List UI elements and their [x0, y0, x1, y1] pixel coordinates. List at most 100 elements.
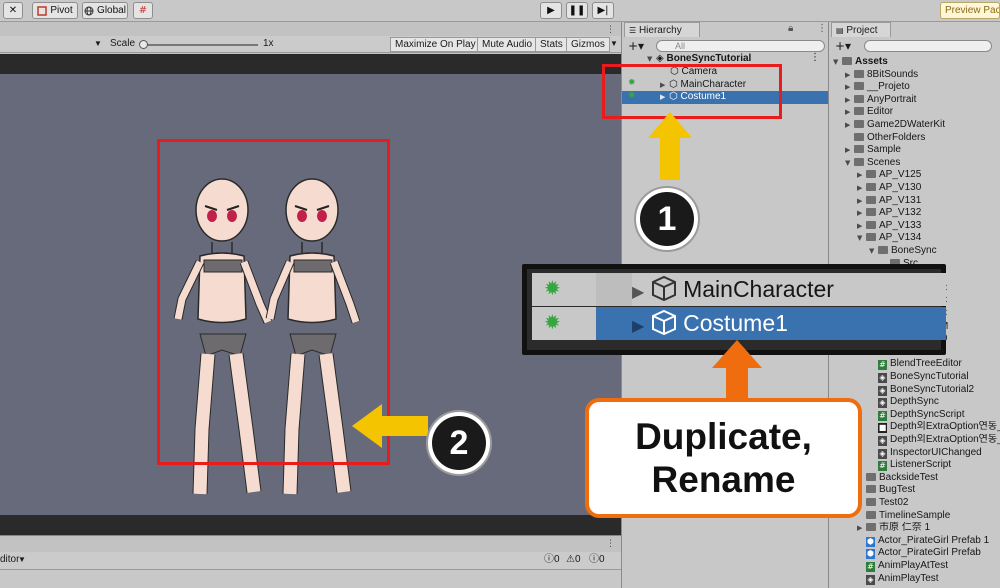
scene-icon: ◈ [878, 448, 887, 459]
play-button[interactable]: ▶ [540, 2, 562, 19]
hierarchy-search-input[interactable]: All [656, 40, 825, 52]
folder-icon [866, 220, 876, 229]
collapsed-arrow-icon[interactable]: ▶ [845, 144, 854, 157]
project-item-label: BoneSyncTutorial [890, 371, 969, 382]
project-item[interactable]: ▼ Scenes [829, 157, 1000, 170]
tools-button[interactable]: ✕ [3, 2, 23, 19]
project-item[interactable]: ▶ 8BitSounds [829, 69, 1000, 82]
collapsed-arrow-icon[interactable]: ▶ [857, 195, 866, 208]
panel-menu-icon[interactable]: ⋮ [606, 24, 615, 35]
collapsed-arrow-icon[interactable]: ▶ [845, 119, 854, 132]
scene-visibility-icon: ✹ [544, 312, 561, 334]
error-count[interactable]: ⓘ0 [589, 552, 605, 568]
project-item-label: AP_V130 [879, 182, 922, 193]
project-item[interactable]: ⬢ Actor_PirateGirl Prefab [829, 547, 1000, 560]
project-item[interactable]: ▶ 市原 仁奈 1 [829, 522, 1000, 535]
collapsed-arrow-icon[interactable]: ▶ [857, 220, 866, 233]
callout-line-1: Duplicate, [635, 416, 812, 457]
project-item[interactable]: ▶ AnyPortrait [829, 94, 1000, 107]
project-item[interactable]: # AnimPlayAtTest [829, 560, 1000, 573]
step-badge-1: 1 [634, 186, 700, 252]
hierarchy-menu-icon[interactable]: ⋮ [817, 24, 827, 34]
expand-arrow-icon[interactable]: ▼ [845, 157, 854, 170]
collapsed-arrow-icon[interactable]: ▶ [845, 81, 854, 94]
scale-slider-track[interactable] [143, 44, 258, 46]
collapsed-arrow-icon[interactable]: ▶ [857, 522, 866, 535]
project-item[interactable]: ▶ __Projeto [829, 81, 1000, 94]
project-item-label: AP_V133 [879, 219, 922, 231]
pause-button[interactable]: ❚❚ [566, 2, 588, 19]
folder-icon [854, 157, 864, 166]
project-item[interactable]: ▶ Sample [829, 144, 1000, 157]
project-item[interactable]: ▶ AP_V125 [829, 169, 1000, 182]
display-dropdown-icon[interactable]: ▼ [94, 36, 102, 52]
scene-icon: ◈ [866, 574, 875, 585]
project-root-assets[interactable]: ▼ Assets [829, 56, 1000, 69]
left-arrow-yellow [352, 404, 428, 448]
project-item-label: BacksideTest [879, 471, 938, 483]
project-item[interactable]: ▶ Editor [829, 106, 1000, 119]
project-item[interactable]: ⬢ Actor_PirateGirl Prefab 1 [829, 535, 1000, 548]
project-item[interactable]: ▶ AP_V133 [829, 220, 1000, 233]
collapsed-arrow-icon[interactable]: ▶ [845, 106, 854, 119]
tab-hierarchy[interactable]: ☰ Hierarchy [624, 22, 700, 37]
collapsed-arrow-icon[interactable]: ▶ [857, 182, 866, 195]
project-item[interactable]: ▶ AP_V130 [829, 182, 1000, 195]
global-toggle[interactable]: Global [82, 2, 128, 19]
console-mode-dropdown-icon[interactable]: ▼ [18, 552, 26, 568]
project-item-label: AnimPlayTest [878, 572, 939, 584]
gizmos-dropdown-icon[interactable]: ▼ [610, 36, 618, 52]
expand-arrow-icon[interactable]: ▼ [857, 232, 866, 245]
project-item[interactable]: ▼ AP_V134 [829, 232, 1000, 245]
project-search-input[interactable] [864, 40, 992, 52]
maximize-on-play-toggle[interactable]: Maximize On Play [390, 37, 481, 52]
project-item[interactable]: # BlendTreeEditor [829, 358, 1000, 371]
project-item-label: Sample [867, 144, 901, 156]
project-item[interactable]: ▶ AP_V131 [829, 195, 1000, 208]
project-item-label: AnimPlayAtTest [878, 560, 949, 571]
mute-audio-toggle[interactable]: Mute Audio [477, 37, 538, 52]
expand-arrow-icon[interactable]: ▼ [869, 245, 878, 258]
folder-icon [854, 132, 864, 141]
project-item[interactable]: ▶ Game2DWaterKit [829, 119, 1000, 132]
callout-line-2: Rename [651, 459, 796, 500]
project-item-label: Actor_PirateGirl Prefab [878, 547, 981, 559]
folder-icon [842, 57, 852, 65]
gizmos-toggle[interactable]: Gizmos [566, 37, 610, 52]
preview-packages-button[interactable]: Preview Pac [940, 2, 1000, 19]
console-mode-label[interactable]: ditor [0, 552, 19, 568]
create-plus-icon[interactable]: +▾ [628, 40, 644, 52]
project-item[interactable]: ▶ AP_V132 [829, 207, 1000, 220]
project-create-plus-icon[interactable]: +▾ [835, 40, 851, 52]
tab-project[interactable]: ▤ Project [831, 22, 891, 37]
project-item[interactable]: ▼ BoneSync [829, 245, 1000, 258]
scale-value: 1x [263, 38, 274, 49]
lock-icon[interactable]: 🔒︎ [788, 24, 793, 34]
info-count[interactable]: ⓘ0 [544, 552, 560, 568]
folder-icon [866, 498, 876, 506]
collapsed-arrow-icon[interactable]: ▶ [845, 69, 854, 82]
console-menu-icon[interactable]: ⋮ [606, 538, 615, 549]
project-item[interactable]: ◈ AnimPlayTest [829, 573, 1000, 586]
folder-icon [866, 195, 876, 204]
stats-toggle[interactable]: Stats [535, 37, 568, 52]
console-body [0, 570, 621, 588]
warning-count[interactable]: ⚠0 [566, 552, 581, 568]
project-item[interactable]: ◈ BoneSyncTutorial2 [829, 384, 1000, 397]
project-item-label: 市原 仁奈 1 [879, 522, 931, 534]
project-item-label: AP_V134 [879, 232, 922, 244]
project-item-label: DepthSyncScript [890, 408, 965, 420]
pivot-toggle[interactable]: Pivot [32, 2, 78, 19]
collapsed-arrow-icon[interactable]: ▶ [845, 94, 854, 107]
collapsed-arrow-icon[interactable]: ▶ [857, 169, 866, 182]
project-item[interactable]: OtherFolders [829, 132, 1000, 145]
step-button[interactable]: ▶| [592, 2, 614, 19]
script-icon: # [878, 461, 887, 472]
gameobject-icon [651, 309, 676, 336]
collapsed-arrow-icon[interactable]: ▶ [857, 207, 866, 220]
scale-slider-thumb[interactable] [139, 40, 148, 49]
grid-snap-button[interactable]: # [133, 2, 153, 19]
project-item[interactable]: ◈ BoneSyncTutorial [829, 371, 1000, 384]
folder-icon [866, 523, 876, 532]
scene-menu-icon[interactable]: ⋮ [810, 53, 820, 63]
